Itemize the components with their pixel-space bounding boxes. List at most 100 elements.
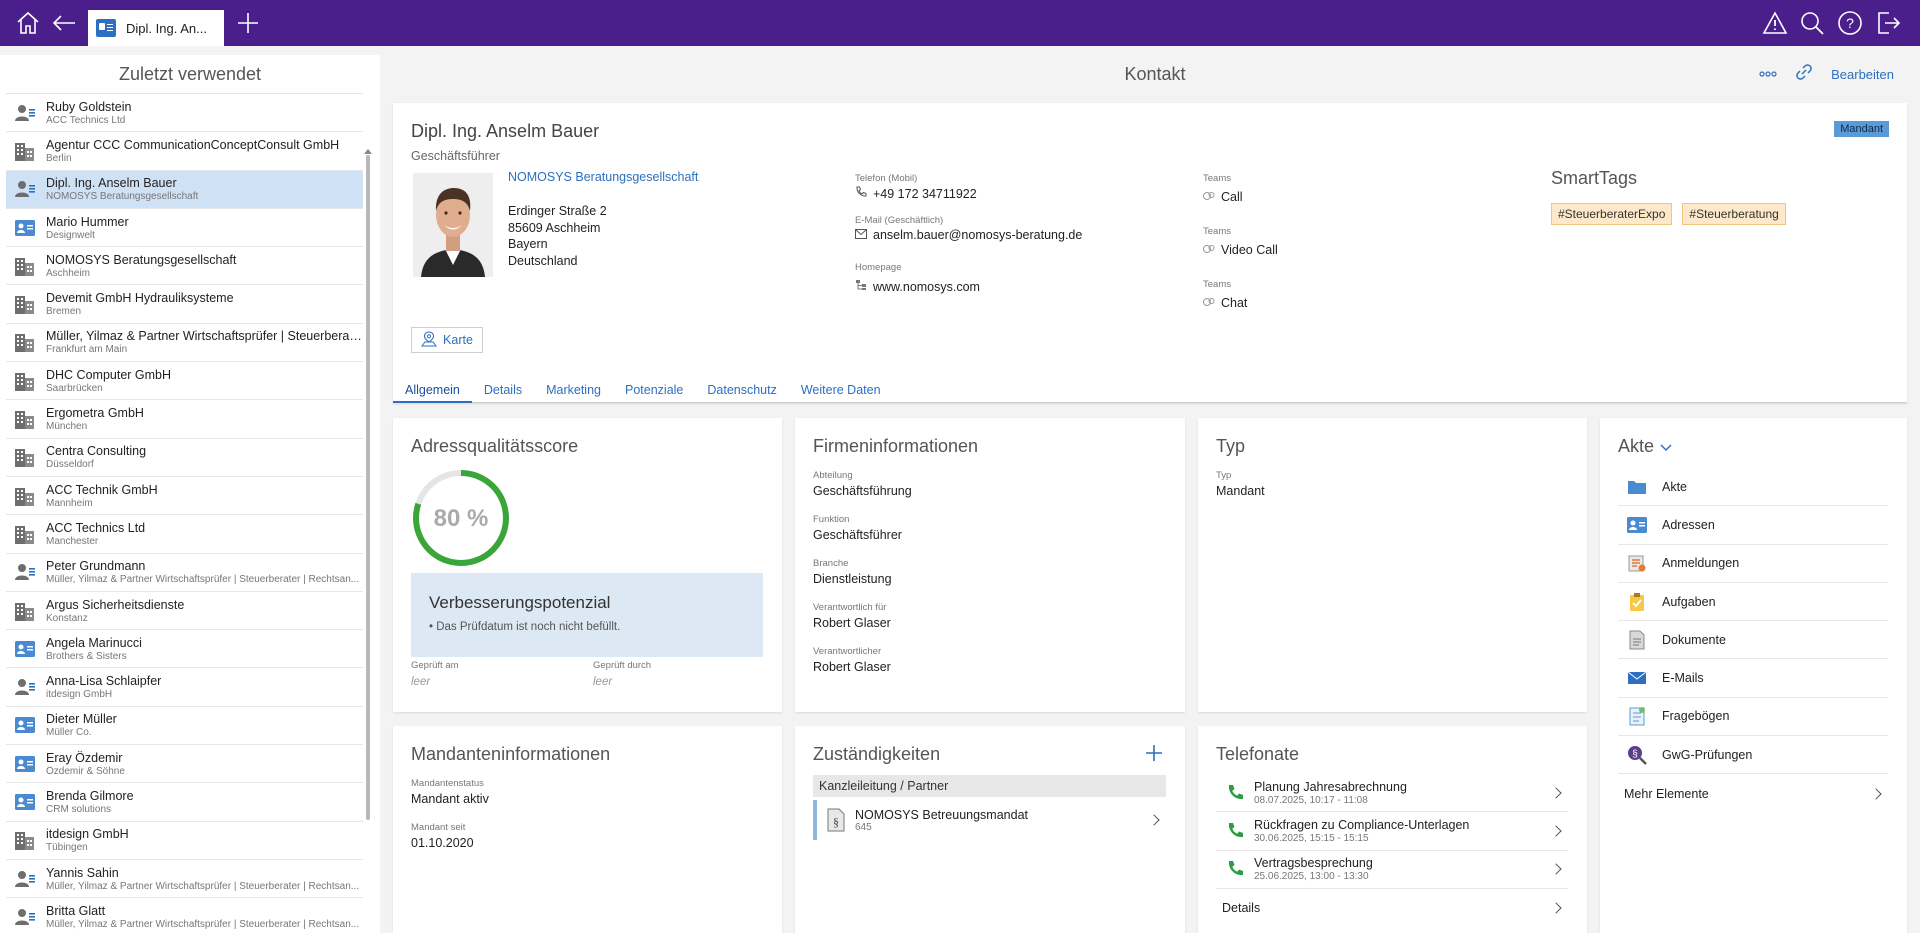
scroll-up-arrow[interactable] xyxy=(364,149,372,154)
akte-item[interactable]: Anmeldungen xyxy=(1618,545,1888,583)
email-value[interactable]: anselm.bauer@nomosys-beratung.de xyxy=(873,228,1082,242)
akte-item[interactable]: E-Mails xyxy=(1618,659,1888,698)
akte-item[interactable]: Adressen xyxy=(1618,506,1888,545)
recent-list-item[interactable]: Argus Sicherheitsdienste Konstanz xyxy=(6,592,363,631)
tab-datenschutz[interactable]: Datenschutz xyxy=(695,383,788,403)
edit-button[interactable]: Bearbeiten xyxy=(1831,67,1894,82)
tab-potenziale[interactable]: Potenziale xyxy=(613,383,695,403)
search-icon[interactable] xyxy=(1792,0,1832,46)
teams-field: Video Call xyxy=(1203,243,1278,257)
akte-item-label: Fragebögen xyxy=(1662,709,1730,724)
homepage-value[interactable]: www.nomosys.com xyxy=(873,280,980,294)
call-item[interactable]: Vertragsbesprechung 25.06.2025, 13:00 - 1… xyxy=(1216,851,1568,889)
recent-list-item[interactable]: Centra Consulting Düsseldorf xyxy=(6,439,363,477)
inspection-magnifier-icon: § xyxy=(1626,744,1648,766)
recent-list-item[interactable]: DHC Computer GmbH Saarbrücken xyxy=(6,362,363,401)
recent-list-item[interactable]: Ergometra GmbH München xyxy=(6,400,363,439)
company-icon xyxy=(10,251,40,281)
akte-item[interactable]: § GwG-Prüfungen xyxy=(1618,736,1888,775)
recent-list-item[interactable]: Brenda Gilmore CRM solutions xyxy=(6,783,363,822)
plus-icon[interactable] xyxy=(228,0,268,46)
teams-action[interactable]: Teams Video Call xyxy=(1203,226,1278,257)
recent-list-item[interactable]: NOMOSYS Beratungsgesellschaft Aschheim xyxy=(6,247,363,286)
tab-contact[interactable]: Dipl. Ing. An... xyxy=(88,10,224,46)
call-item[interactable]: Rückfragen zu Compliance-Unterlagen 30.06… xyxy=(1216,812,1568,851)
tab-marketing[interactable]: Marketing xyxy=(534,383,613,403)
page-title: Kontakt xyxy=(1124,64,1186,84)
call-item[interactable]: Planung Jahresabrechnung 08.07.2025, 10:1… xyxy=(1216,774,1568,813)
tab-weitere-daten[interactable]: Weitere Daten xyxy=(789,383,893,403)
type-tile: Typ Typ Mandant xyxy=(1198,418,1587,712)
recent-list-item[interactable]: Peter Grundmann Müller, Yilmaz & Partner … xyxy=(6,554,363,592)
recent-list-item[interactable]: itdesign GmbH Tübingen xyxy=(6,822,363,860)
recent-list-item[interactable]: Devemit GmbH Hydrauliksysteme Bremen xyxy=(6,285,363,324)
phone-call-icon xyxy=(1216,860,1254,878)
contact-photo xyxy=(413,173,493,277)
phone-value[interactable]: +49 172 34711922 xyxy=(873,187,977,201)
recent-item-text: Ruby Goldstein ACC Technics Ltd xyxy=(46,100,363,126)
recent-item-text: Britta Glatt Müller, Yilmaz & Partner Wir… xyxy=(46,904,363,930)
homepage-field[interactable]: www.nomosys.com xyxy=(855,279,1082,294)
tab-allgemein[interactable]: Allgemein xyxy=(393,383,472,403)
recent-list-item[interactable]: Angela Marinucci Brothers & Sisters xyxy=(6,630,363,669)
recent-item-subtitle: Brothers & Sisters xyxy=(46,650,127,662)
postal-address: Erdinger Straße 2 85609 Aschheim Bayern … xyxy=(508,203,607,269)
recent-list-item[interactable]: ACC Technics Ltd Manchester xyxy=(6,515,363,554)
more-elements-link[interactable]: Mehr Elemente xyxy=(1618,774,1888,812)
recent-item-text: ACC Technik GmbH Mannheim xyxy=(46,483,363,509)
recent-list-item[interactable]: Müller, Yilmaz & Partner Wirtschaftsprüf… xyxy=(6,324,363,363)
logout-icon[interactable] xyxy=(1868,0,1908,46)
teams-action[interactable]: Teams Chat xyxy=(1203,279,1278,310)
responsibility-item[interactable]: § NOMOSYS Betreuungsmandat 645 xyxy=(813,800,1166,840)
email-label: E-Mail (Geschäftlich) xyxy=(855,215,944,226)
recent-list-item[interactable]: Agentur CCC CommunicationConceptConsult … xyxy=(6,132,363,171)
company-link[interactable]: NOMOSYS Beratungsgesellschaft xyxy=(508,170,698,184)
person-icon xyxy=(10,174,40,204)
home-icon[interactable] xyxy=(8,0,48,46)
akte-item[interactable]: Dokumente xyxy=(1618,621,1888,660)
company-icon xyxy=(10,825,40,855)
email-field[interactable]: anselm.bauer@nomosys-beratung.de xyxy=(855,228,1082,242)
back-icon[interactable] xyxy=(44,0,84,46)
recent-list-item[interactable]: Britta Glatt Müller, Yilmaz & Partner Wir… xyxy=(6,898,363,933)
recent-list-item[interactable]: Ruby Goldstein ACC Technics Ltd xyxy=(6,94,363,133)
link-icon[interactable] xyxy=(1795,63,1813,86)
recent-list-item[interactable]: Anna-Lisa Schlaipfer itdesign GmbH xyxy=(6,668,363,707)
more-options-icon[interactable] xyxy=(1759,65,1777,83)
recent-item-subtitle: ACC Technics Ltd xyxy=(46,114,126,126)
akte-item-label: Adressen xyxy=(1662,517,1715,532)
calls-tile: Telefonate Planung Jahresabrechnung 08.07… xyxy=(1198,726,1587,933)
recent-item-text: Peter Grundmann Müller, Yilmaz & Partner … xyxy=(46,559,363,585)
akte-item[interactable]: Akte xyxy=(1618,468,1888,507)
recent-list-item[interactable]: Dipl. Ing. Anselm Bauer NOMOSYS Beratungs… xyxy=(6,170,363,209)
recent-item-subtitle: Aschheim xyxy=(46,267,90,279)
phone-field[interactable]: +49 172 34711922 xyxy=(855,186,1082,201)
map-button-label: Karte xyxy=(443,333,473,347)
recent-list-item[interactable]: Mario Hummer Designwelt xyxy=(6,209,363,248)
sidebar-scrollbar[interactable] xyxy=(366,155,370,820)
recent-item-name: Brenda Gilmore xyxy=(46,788,134,803)
recent-list-item[interactable]: Eray Özdemir Özdemir & Söhne xyxy=(6,745,363,784)
teams-action[interactable]: Teams Call xyxy=(1203,173,1278,204)
akte-item-label: GwG-Prüfungen xyxy=(1662,747,1753,762)
warning-icon[interactable] xyxy=(1755,0,1795,46)
recent-list-item[interactable]: Dieter Müller Müller Co. xyxy=(6,707,363,746)
recent-list-item[interactable]: Yannis Sahin Müller, Yilmaz & Partner Wir… xyxy=(6,860,363,899)
calls-details-link[interactable]: Details xyxy=(1216,889,1568,927)
akte-header[interactable]: Akte xyxy=(1618,436,1672,457)
add-responsibility-button[interactable] xyxy=(1145,744,1163,767)
map-button[interactable]: Karte xyxy=(411,327,483,353)
recent-item-text: Devemit GmbH Hydrauliksysteme Bremen xyxy=(46,291,363,317)
akte-item[interactable]: Aufgaben xyxy=(1618,583,1888,622)
akte-item-label: Akte xyxy=(1662,479,1688,494)
help-icon[interactable]: ? xyxy=(1830,0,1870,46)
recent-list-item[interactable]: ACC Technik GmbH Mannheim xyxy=(6,477,363,516)
field-label: Abteilung xyxy=(813,470,853,481)
tab-details[interactable]: Details xyxy=(472,383,534,403)
smarttag[interactable]: #SteuerberaterExpo xyxy=(1551,203,1673,225)
smarttag[interactable]: #Steuerberatung xyxy=(1682,203,1786,225)
akte-item[interactable]: Fragebögen xyxy=(1618,698,1888,737)
recent-item-text: Anna-Lisa Schlaipfer itdesign GmbH xyxy=(46,674,363,700)
recent-item-subtitle: Müller, Yilmaz & Partner Wirtschaftsprüf… xyxy=(46,918,360,930)
recent-item-subtitle: Manchester xyxy=(46,535,99,547)
